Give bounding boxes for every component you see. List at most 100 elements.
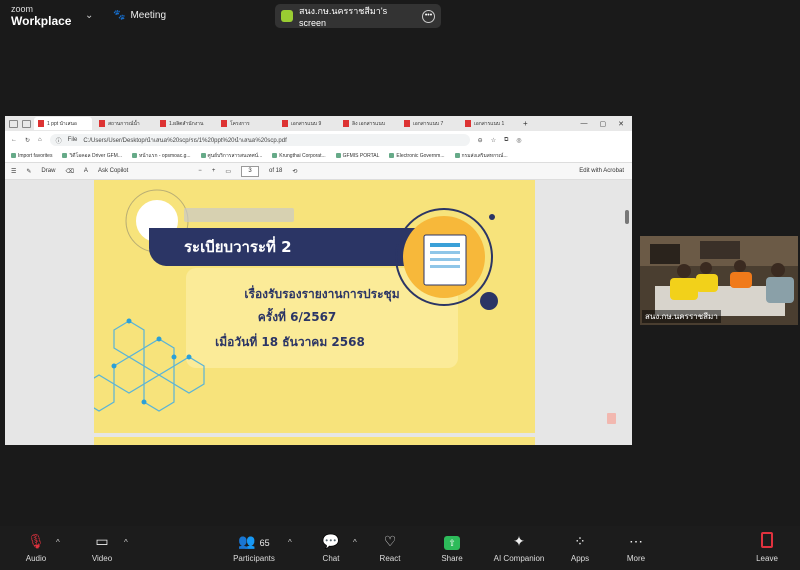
more-options-icon[interactable]: ••• — [422, 9, 436, 23]
chat-options-chevron-icon[interactable]: ^ — [353, 538, 357, 547]
tab-actions-icon[interactable] — [22, 119, 31, 128]
share-banner-text: สนง.กษ.นครราชสีมา's screen — [298, 6, 388, 28]
chevron-down-icon[interactable]: ⌄ — [85, 10, 93, 21]
share-button[interactable]: ⇧ Share — [422, 532, 482, 563]
pdf-icon — [38, 120, 44, 127]
address-bar[interactable]: ⓘ File C:/Users/User/Desktop/นำเสนอ%20sc… — [49, 134, 470, 146]
top-bar: zoom Workplace ⌄ 🐾 Meeting สนง.กษ.นครราช… — [0, 0, 800, 32]
participants-label: Participants — [233, 554, 275, 563]
bookmark-item[interactable]: หน้าแรก - opsmoac.g... — [132, 152, 191, 160]
next-pdf-slide — [94, 437, 535, 445]
draw-button[interactable]: Draw — [41, 168, 55, 174]
zoom-out-icon[interactable]: − — [198, 168, 202, 174]
refresh-icon[interactable]: ↻ — [25, 137, 30, 144]
audio-button[interactable]: 🎙 Audio — [6, 532, 66, 563]
highlight-icon[interactable]: ✎ — [26, 168, 31, 175]
bookmark-item[interactable]: วิดีโอคอล Driver GFM... — [62, 152, 122, 160]
tab-label: ลิง เอกสารแนบ — [352, 120, 385, 127]
minimize-icon[interactable]: — — [581, 120, 588, 128]
ask-copilot-button[interactable]: Ask Copilot — [98, 168, 128, 174]
browser-tab[interactable]: เอกสารแนบ 9 — [278, 117, 336, 130]
bookmark-item[interactable]: ศูนย์บริการสารสนเทศน์... — [201, 152, 263, 160]
scrollbar-thumb[interactable] — [625, 210, 629, 224]
tab-label: เอกสารแนบ 1 — [474, 120, 505, 127]
audio-label: Audio — [25, 554, 47, 563]
window-controls: — ▢ ✕ — [581, 120, 625, 128]
slide-line1: เรื่องรับรองรายงานการประชุม — [244, 285, 399, 302]
participant-video[interactable]: สนง.กษ.นครราชสีมา — [640, 236, 798, 325]
tab-label: 1 ppt นำเสนอ — [47, 120, 77, 127]
participants-options-chevron-icon[interactable]: ^ — [288, 538, 292, 547]
pdf-icon — [404, 120, 410, 127]
audio-options-chevron-icon[interactable]: ^ — [56, 538, 60, 547]
chat-button[interactable]: 💬 Chat — [301, 532, 361, 563]
heart-icon: ♡ — [383, 533, 397, 549]
rotate-icon[interactable]: ⟲ — [292, 168, 297, 175]
address-bar-row: ← ↻ ⌂ ⓘ File C:/Users/User/Desktop/นำเสน… — [5, 131, 632, 149]
slide-line2: ครั้งที่ 6/2567 — [258, 307, 337, 324]
browser-tab[interactable]: ลิง เอกสารแนบ — [339, 117, 397, 130]
ai-companion-button[interactable]: ✦ AI Companion — [489, 532, 549, 563]
new-tab-icon[interactable]: + — [523, 119, 528, 128]
maximize-icon[interactable]: ▢ — [600, 120, 607, 128]
video-button[interactable]: ▭ Video — [72, 532, 132, 563]
screen-share-banner[interactable]: สนง.กษ.นครราชสีมา's screen ••• — [275, 4, 441, 28]
bookmark-item[interactable]: Electronic Governm... — [389, 153, 444, 159]
page-number-input[interactable]: 3 — [241, 165, 259, 177]
browser-tab[interactable]: 1 ppt นำเสนอ — [34, 117, 92, 130]
info-icon: ⓘ — [55, 138, 62, 145]
pdf-slide: ระเบียบวาระที่ 2 เรื่องรับรองรายงานการปร… — [94, 180, 535, 433]
document-icon-line — [430, 251, 460, 254]
tab-label: 1.ผลิตสำนักงาน — [169, 120, 204, 127]
read-aloud-icon[interactable]: A — [84, 168, 88, 174]
pdf-icon — [221, 120, 227, 127]
close-icon[interactable]: ✕ — [618, 120, 624, 128]
browser-tab[interactable]: เอกสารแนบ 1 — [461, 117, 519, 130]
participant-count: 65 — [259, 538, 270, 548]
more-button[interactable]: ⋯ More — [606, 532, 666, 563]
react-button[interactable]: ♡ React — [360, 532, 420, 563]
favorite-star-icon[interactable]: ☆ — [491, 137, 496, 144]
pdf-icon — [160, 120, 166, 127]
document-icon-line — [430, 265, 460, 268]
extensions-icon[interactable]: ⧉ — [504, 137, 508, 144]
acrobat-icon[interactable] — [607, 413, 616, 424]
profile-icon[interactable]: ◎ — [516, 137, 521, 144]
participants-button[interactable]: 👥 65 Participants — [224, 532, 284, 563]
video-options-chevron-icon[interactable]: ^ — [124, 538, 128, 547]
eraser-icon[interactable]: ⌫ — [65, 168, 73, 175]
browser-tab[interactable]: เอกสารแนบ 7 — [400, 117, 458, 130]
home-icon[interactable]: ⌂ — [38, 137, 42, 143]
bookmark-item[interactable]: กรมส่งเสริมสหกรณ์... — [455, 152, 508, 160]
bookmark-item[interactable]: Krungthai Corporat... — [272, 153, 325, 159]
scrollbar[interactable] — [624, 180, 630, 445]
meeting-menu[interactable]: 🐾 Meeting — [113, 10, 166, 21]
bookmark-item[interactable]: GFMIS PORTAL — [336, 153, 380, 159]
pdf-viewer[interactable]: ระเบียบวาระที่ 2 เรื่องรับรองรายงานการปร… — [5, 180, 632, 445]
tab-label: สถานการณ์น้ำ — [108, 120, 140, 127]
browser-tab[interactable]: สถานการณ์น้ำ — [95, 117, 153, 130]
decor-dot — [489, 214, 495, 220]
bookmark-item[interactable]: Import favorites — [11, 153, 52, 159]
decor-bar — [184, 208, 294, 222]
fit-page-icon[interactable]: ▭ — [225, 168, 231, 175]
hexagon-nodes — [111, 318, 192, 405]
back-icon[interactable]: ← — [11, 137, 17, 143]
pdf-icon — [465, 120, 471, 127]
apps-button[interactable]: ⁘ Apps — [550, 532, 610, 563]
leave-button[interactable]: Leave — [737, 532, 797, 563]
edit-with-acrobat-button[interactable]: Edit with Acrobat — [579, 168, 624, 174]
browser-tab[interactable]: โครงการ — [217, 117, 275, 130]
pdf-icon — [343, 120, 349, 127]
zoom-icon[interactable]: ⊖ — [478, 137, 483, 144]
page-count: of 18 — [269, 168, 283, 174]
contents-icon[interactable]: ☰ — [11, 168, 16, 175]
slide-graphic: ระเบียบวาระที่ 2 เรื่องรับรองรายงานการปร… — [94, 189, 498, 412]
brand-line1: zoom — [11, 4, 34, 14]
video-label: สนง.กษ.นครราชสีมา — [642, 310, 721, 323]
zoom-in-icon[interactable]: + — [212, 168, 216, 174]
browser-tab[interactable]: 1.ผลิตสำนักงาน — [156, 117, 214, 130]
document-icon-line — [430, 243, 460, 247]
workspace-icon[interactable] — [9, 119, 18, 128]
zoom-logo[interactable]: zoom Workplace — [11, 4, 71, 28]
